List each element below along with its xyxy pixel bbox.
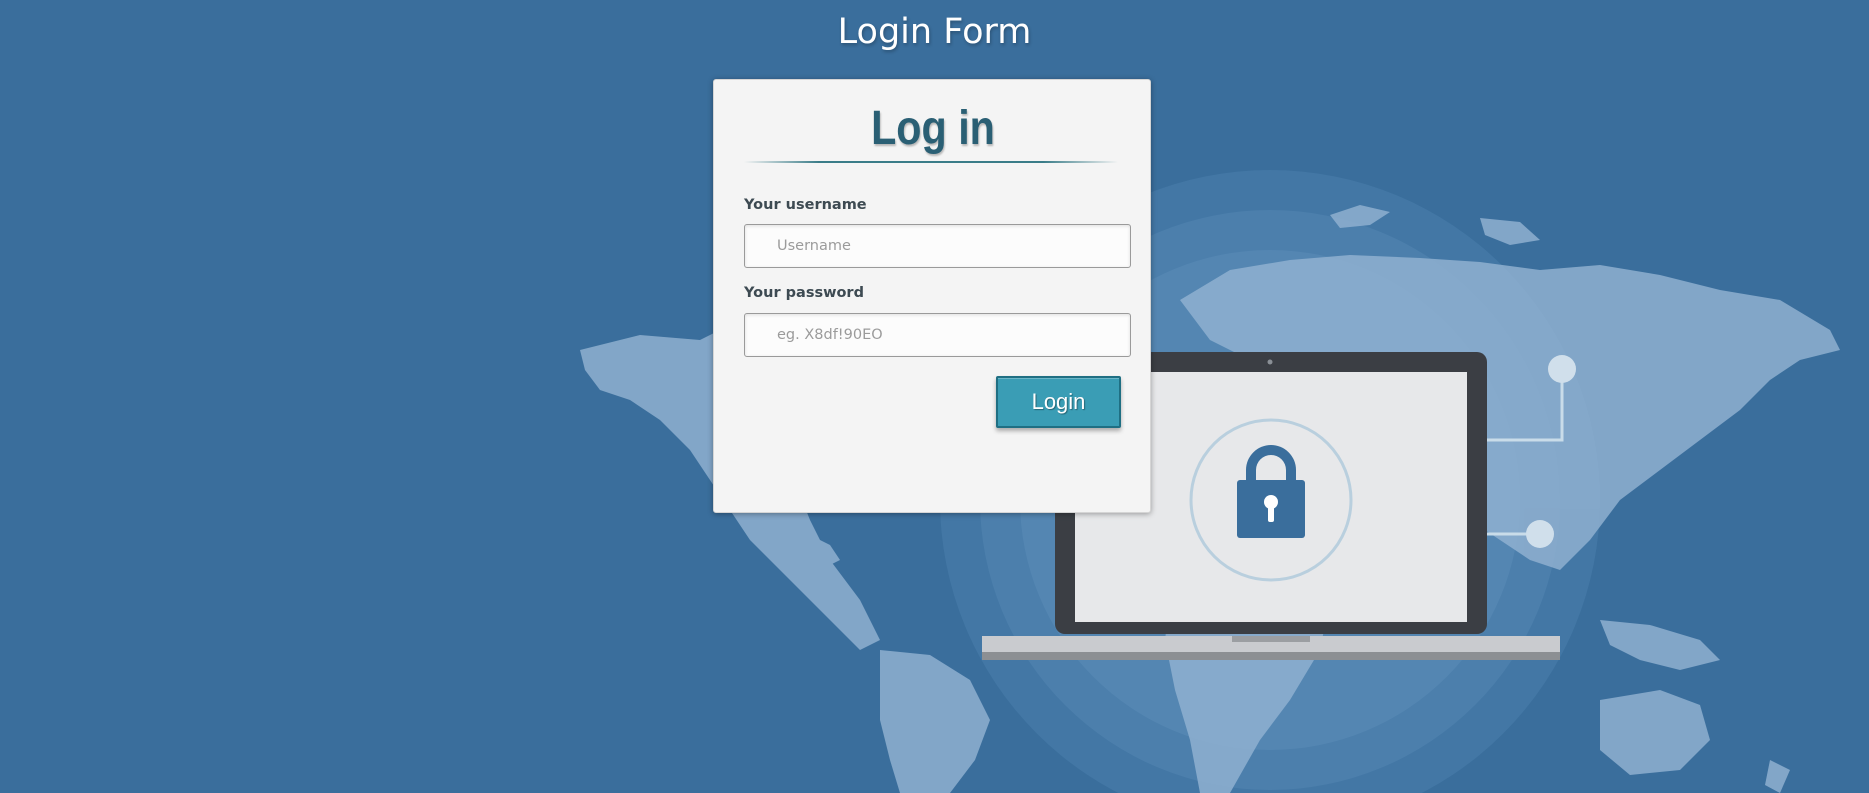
heading-divider [744,161,1118,163]
network-node [1548,355,1576,383]
password-label: Your password [744,285,864,301]
username-label: Your username [744,197,867,213]
username-input[interactable] [744,224,1131,268]
login-button[interactable]: Login [996,376,1121,428]
login-card: Log in Your username Your password Login [713,79,1151,513]
login-heading: Log in [871,102,995,155]
page-title: Login Form [837,12,1032,52]
network-node [1526,520,1554,548]
password-input[interactable] [744,313,1131,357]
